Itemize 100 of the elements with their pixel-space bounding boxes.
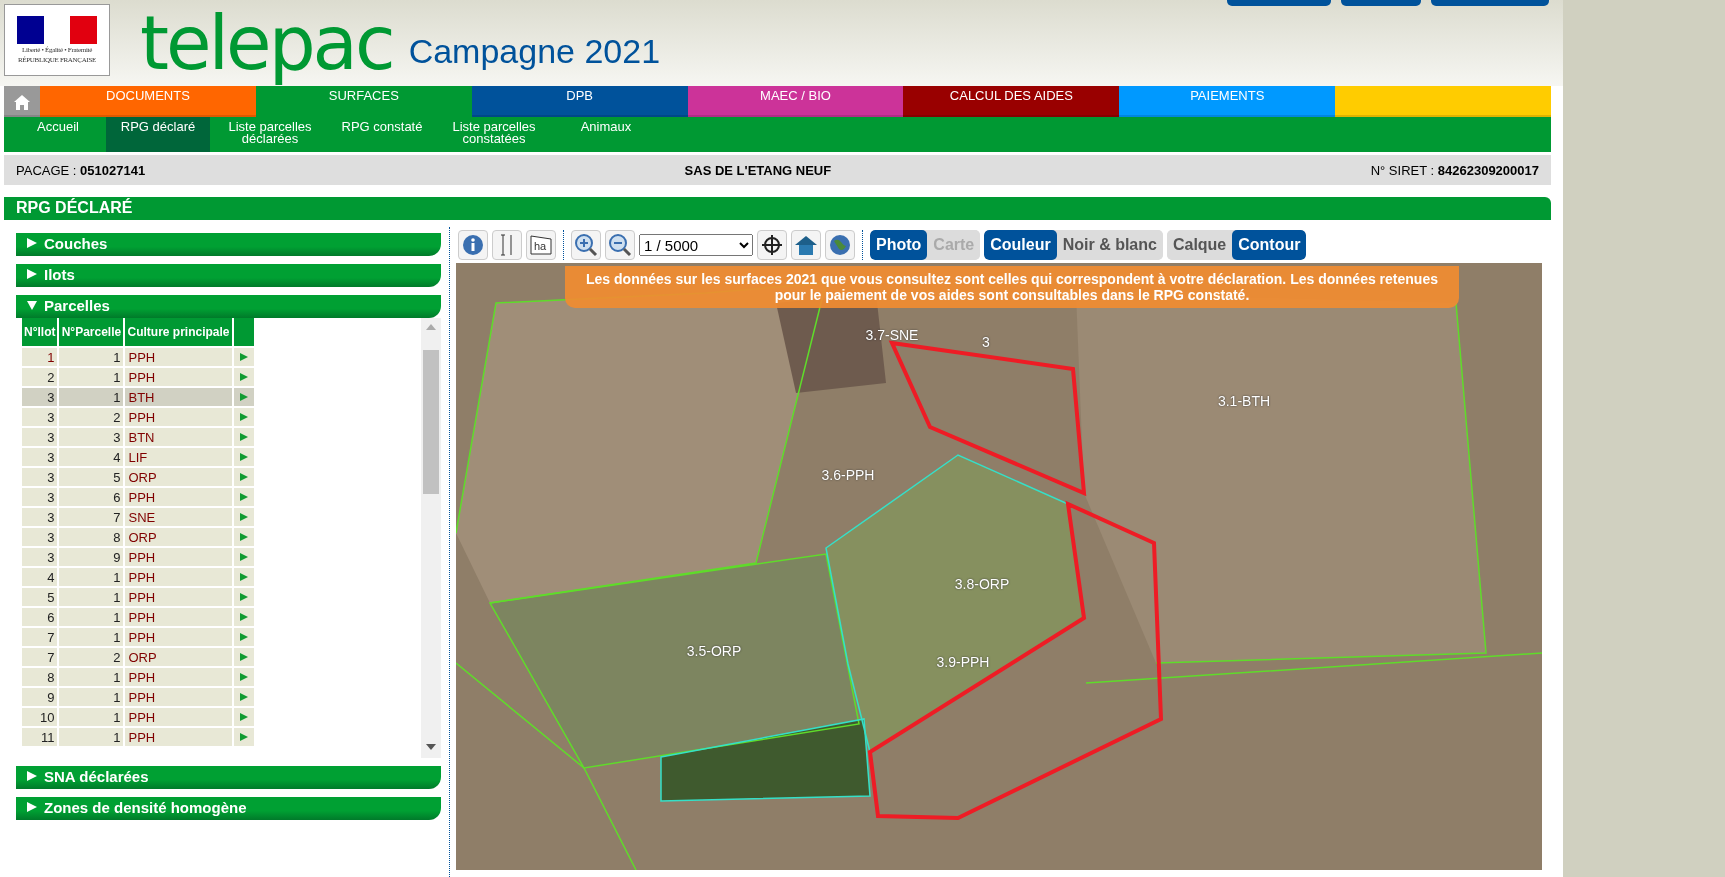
row-arrow-button[interactable] [233,528,254,546]
crosshair-icon[interactable] [761,234,783,256]
home-tab[interactable] [4,86,40,117]
right-triangle-icon [26,268,38,280]
table-cell: 8 [22,668,58,686]
table-cell: LIF [125,448,232,466]
row-arrow-button[interactable] [233,608,254,626]
row-arrow-button[interactable] [233,468,254,486]
row-arrow-button[interactable] [233,368,254,386]
down-arrow-icon[interactable] [426,744,436,750]
row-arrow-button[interactable] [233,588,254,606]
menu-tab[interactable]: CALCUL DES AIDES [903,86,1120,117]
play-icon [238,551,249,562]
menu-tab[interactable]: DPB [471,86,688,117]
section-header[interactable]: SNA déclarées [16,766,441,789]
parcel-label: 3 [982,334,990,350]
menu-tab[interactable]: SURFACES [255,86,472,117]
play-icon [238,351,249,362]
play-icon [238,691,249,702]
scale-select[interactable]: 1 / 5000 [639,234,753,256]
table-cell: 5 [22,588,58,606]
row-arrow-button[interactable] [233,448,254,466]
globe-icon[interactable] [829,234,851,256]
row-arrow-button[interactable] [233,348,254,366]
play-icon [238,631,249,642]
submenu-tab[interactable]: RPG déclaré [106,117,210,152]
table-cell: BTH [125,388,232,406]
row-arrow-button[interactable] [233,648,254,666]
row-arrow-button[interactable] [233,628,254,646]
row-arrow-button[interactable] [233,488,254,506]
row-arrow-button[interactable] [233,728,254,746]
table-cell: 2 [59,648,124,666]
menu-tab[interactable]: PAIEMENTS [1119,86,1336,117]
submenu-tab[interactable]: Animaux [554,117,658,152]
table-cell: 3 [22,468,58,486]
table-cell: 3 [22,508,58,526]
table-cell: 2 [22,368,58,386]
table-cell: PPH [125,628,232,646]
table-cell: 1 [59,348,124,366]
table-cell: 3 [22,528,58,546]
table-cell: PPH [125,588,232,606]
aerial-map-drawing[interactable] [456,263,1542,870]
info-icon[interactable] [462,234,484,256]
row-arrow-button[interactable] [233,388,254,406]
section-header[interactable]: Parcelles [16,295,441,318]
table-cell: ORP [125,528,232,546]
row-arrow-button[interactable] [233,428,254,446]
play-icon [238,571,249,582]
table-cell: PPH [125,408,232,426]
row-arrow-button[interactable] [233,708,254,726]
submenu-tab[interactable]: Liste parcelles déclarées [210,117,330,152]
section-header[interactable]: Ilots [16,264,441,287]
right-triangle-icon [26,801,38,813]
row-arrow-button[interactable] [233,568,254,586]
submenu-tab[interactable]: RPG constaté [330,117,434,152]
table-cell: 4 [22,568,58,586]
table-cell: PPH [125,368,232,386]
siret-text: N° SIRET : 84262309200017 [1370,162,1539,178]
table-cell: 1 [59,628,124,646]
zoom-in-icon[interactable] [574,233,598,257]
section-header[interactable]: Zones de densité homogène [16,797,441,820]
home-icon[interactable] [794,234,818,256]
submenu-tab[interactable]: Liste parcelles constatées [434,117,554,152]
table-cell: 5 [59,468,124,486]
row-arrow-button[interactable] [233,408,254,426]
table-cell: PPH [125,608,232,626]
view-toggle-button[interactable]: Contour [1232,230,1307,260]
site-logo: telepac [140,0,393,86]
play-icon [238,591,249,602]
table-cell: 7 [59,508,124,526]
column-header: N°Ilot [22,318,58,346]
submenu-tab[interactable]: Accueil [10,117,106,152]
row-arrow-button[interactable] [233,508,254,526]
zoom-out-icon[interactable] [608,233,632,257]
play-icon [238,651,249,662]
play-icon [238,531,249,542]
campaign-title: Campagne 2021 [408,32,661,71]
table-cell: PPH [125,568,232,586]
table-cell: SNE [125,508,232,526]
scrollbar-thumb[interactable] [423,350,439,494]
table-cell: 3 [22,488,58,506]
up-arrow-icon[interactable] [426,324,436,330]
play-icon [238,411,249,422]
flag-icon [17,16,97,44]
row-arrow-button[interactable] [233,548,254,566]
row-arrow-button[interactable] [233,668,254,686]
column-header [233,318,254,346]
column-header: N°Parcelle [59,318,124,346]
table-cell: 1 [59,388,124,406]
view-toggle-button[interactable]: Couleur [984,230,1057,260]
menu-tab[interactable]: DOCUMENTS [40,86,256,117]
table-cell: 9 [59,548,124,566]
row-arrow-button[interactable] [233,688,254,706]
area-icon[interactable]: ha [529,234,553,256]
menu-tab[interactable]: MAEC / BIO [687,86,904,117]
table-cell: PPH [125,668,232,686]
table-cell: 2 [59,408,124,426]
view-toggle-button[interactable]: Photo [870,230,928,260]
section-header[interactable]: Couches [16,233,441,256]
scrollbar[interactable] [421,318,441,758]
